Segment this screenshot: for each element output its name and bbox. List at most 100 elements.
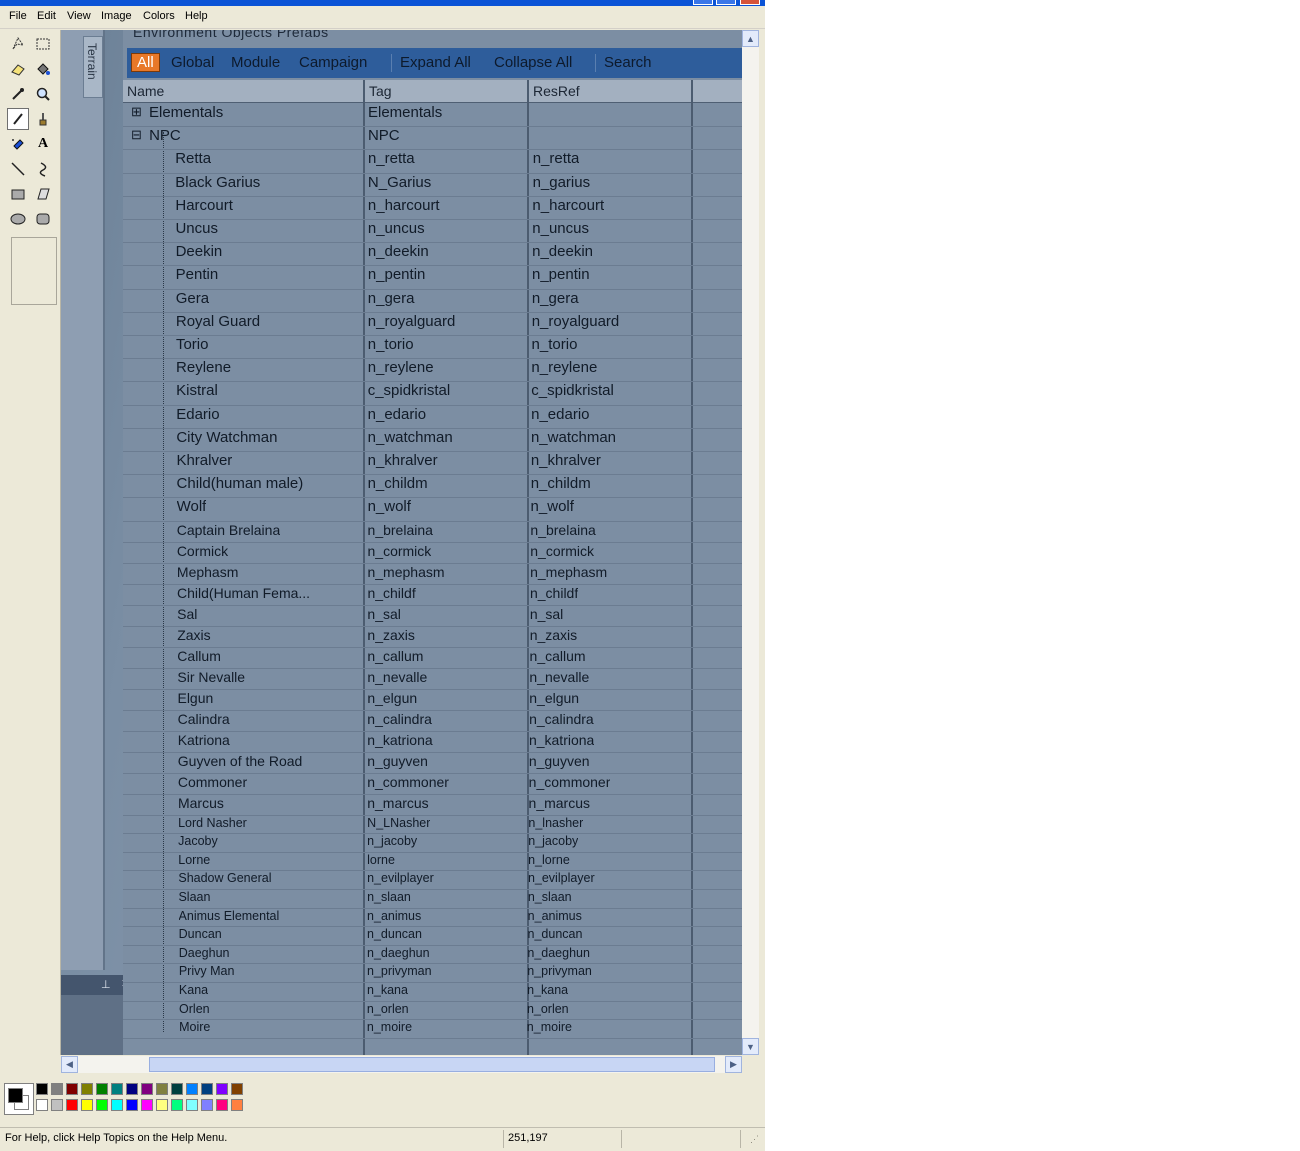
palette-swatch[interactable] [231, 1083, 243, 1095]
palette-swatch[interactable] [141, 1083, 153, 1095]
row-name: Black Garius [175, 173, 261, 191]
tool-options-box[interactable] [11, 237, 57, 305]
brush-icon[interactable] [32, 108, 54, 130]
row-name: Callum [177, 647, 221, 664]
row-name: Gera [175, 289, 210, 307]
text-icon[interactable]: A [32, 133, 54, 155]
palette-swatch[interactable] [111, 1099, 123, 1111]
table-row: Duncan n_duncan n_duncan [123, 926, 742, 946]
vertical-scrollbar[interactable]: ▲ ▼ [742, 30, 759, 1055]
table-row: Torio n_torio n_torio [123, 335, 742, 360]
magnifier-icon[interactable] [32, 83, 54, 105]
row-name: Sal [177, 605, 198, 622]
color-selector[interactable] [4, 1083, 34, 1115]
palette-swatch[interactable] [186, 1099, 198, 1111]
scroll-up-icon[interactable]: ▲ [742, 30, 759, 47]
resize-grip-icon[interactable]: ⋰ [750, 1134, 759, 1145]
foreground-color[interactable] [8, 1088, 23, 1103]
line-icon[interactable] [7, 158, 29, 180]
palette-swatch[interactable] [51, 1099, 63, 1111]
row-resref: n_elgun [529, 689, 580, 706]
row-tag: n_calindra [367, 710, 432, 727]
palette-swatch[interactable] [156, 1083, 168, 1095]
row-name: Daeghun [178, 945, 230, 960]
palette-swatch[interactable] [216, 1099, 228, 1111]
horizontal-scrollbar[interactable]: ◀ ▶ [61, 1056, 742, 1073]
table-row: Royal Guard n_royalguard n_royalguard [123, 312, 742, 336]
eraser-icon[interactable] [7, 58, 29, 80]
palette-swatch[interactable] [51, 1083, 63, 1095]
maximize-button[interactable] [716, 0, 736, 5]
close-button[interactable] [740, 0, 760, 5]
table-row: Child(human male) n_childm n_childm [123, 474, 742, 499]
table-row: Wolf n_wolf n_wolf [123, 497, 742, 522]
curve-icon[interactable] [32, 158, 54, 180]
menu-help[interactable]: Help [185, 10, 208, 22]
palette-swatch[interactable] [36, 1083, 48, 1095]
row-resref: n_harcourt [532, 196, 605, 214]
row-tag: n_edario [367, 405, 427, 423]
palette-swatch[interactable] [201, 1099, 213, 1111]
menu-edit[interactable]: Edit [37, 10, 56, 22]
row-name: Zaxis [177, 626, 211, 643]
row-name: Animus Elemental [178, 908, 280, 923]
palette-swatch[interactable] [81, 1083, 93, 1095]
filter-campaign: Campaign [299, 54, 368, 71]
row-tag: n_privyman [366, 964, 432, 979]
palette-swatch[interactable] [36, 1099, 48, 1111]
menu-image[interactable]: Image [101, 10, 132, 22]
rounded-rect-icon[interactable] [32, 208, 54, 230]
menu-file[interactable]: File [9, 10, 27, 22]
palette-swatch[interactable] [126, 1083, 138, 1095]
table-row: Deekin n_deekin n_deekin [123, 242, 742, 267]
row-tag: n_zaxis [367, 626, 415, 643]
row-name: City Watchman [176, 428, 278, 446]
palette-swatch[interactable] [201, 1083, 213, 1095]
row-tag: n_orlen [366, 1001, 409, 1016]
row-name: Royal Guard [175, 312, 261, 330]
palette-swatch[interactable] [96, 1099, 108, 1111]
palette-swatch[interactable] [96, 1083, 108, 1095]
rectangle-icon[interactable] [7, 183, 29, 205]
row-name: Elementals [149, 104, 224, 121]
row-tag: n_childf [367, 584, 416, 601]
palette-swatch[interactable] [231, 1099, 243, 1111]
palette-swatch[interactable] [171, 1083, 183, 1095]
horizontal-scroll-thumb[interactable] [149, 1057, 715, 1072]
row-tag: lorne [367, 852, 395, 867]
canvas-image: Terrain ⊥✕ Environment Objects Prefabs A… [61, 30, 742, 1055]
row-tag: n_reylene [367, 359, 434, 377]
palette-swatch[interactable] [126, 1099, 138, 1111]
row-resref: n_pentin [531, 266, 590, 284]
canvas[interactable]: Terrain ⊥✕ Environment Objects Prefabs A… [61, 30, 742, 1055]
palette-swatch[interactable] [141, 1099, 153, 1111]
airbrush-icon[interactable] [7, 133, 29, 155]
minimize-button[interactable] [693, 0, 713, 5]
row-resref: n_retta [532, 150, 580, 168]
palette-swatch[interactable] [156, 1099, 168, 1111]
menu-colors[interactable]: Colors [143, 10, 175, 22]
eyedropper-icon[interactable] [7, 83, 29, 105]
row-name: Captain Brelaina [176, 521, 281, 538]
menu-view[interactable]: View [67, 10, 91, 22]
row-tag: n_uncus [367, 220, 425, 237]
row-name: Orlen [179, 1001, 210, 1016]
palette-swatch[interactable] [216, 1083, 228, 1095]
fill-icon[interactable] [32, 58, 54, 80]
palette-swatch[interactable] [66, 1083, 78, 1095]
palette-swatch[interactable] [186, 1083, 198, 1095]
scroll-left-icon[interactable]: ◀ [61, 1056, 78, 1073]
free-select-icon[interactable] [7, 33, 29, 55]
palette-swatch[interactable] [66, 1099, 78, 1111]
row-tag: n_commoner [367, 773, 449, 790]
scroll-right-icon[interactable]: ▶ [725, 1056, 742, 1073]
rect-select-icon[interactable] [32, 33, 54, 55]
palette-swatch[interactable] [81, 1099, 93, 1111]
scroll-down-icon[interactable]: ▼ [742, 1038, 759, 1055]
table-row: Moire n_moire n_moire [123, 1019, 742, 1039]
pencil-icon[interactable] [7, 108, 29, 130]
polygon-icon[interactable] [32, 183, 54, 205]
ellipse-icon[interactable] [7, 208, 29, 230]
palette-swatch[interactable] [171, 1099, 183, 1111]
palette-swatch[interactable] [111, 1083, 123, 1095]
